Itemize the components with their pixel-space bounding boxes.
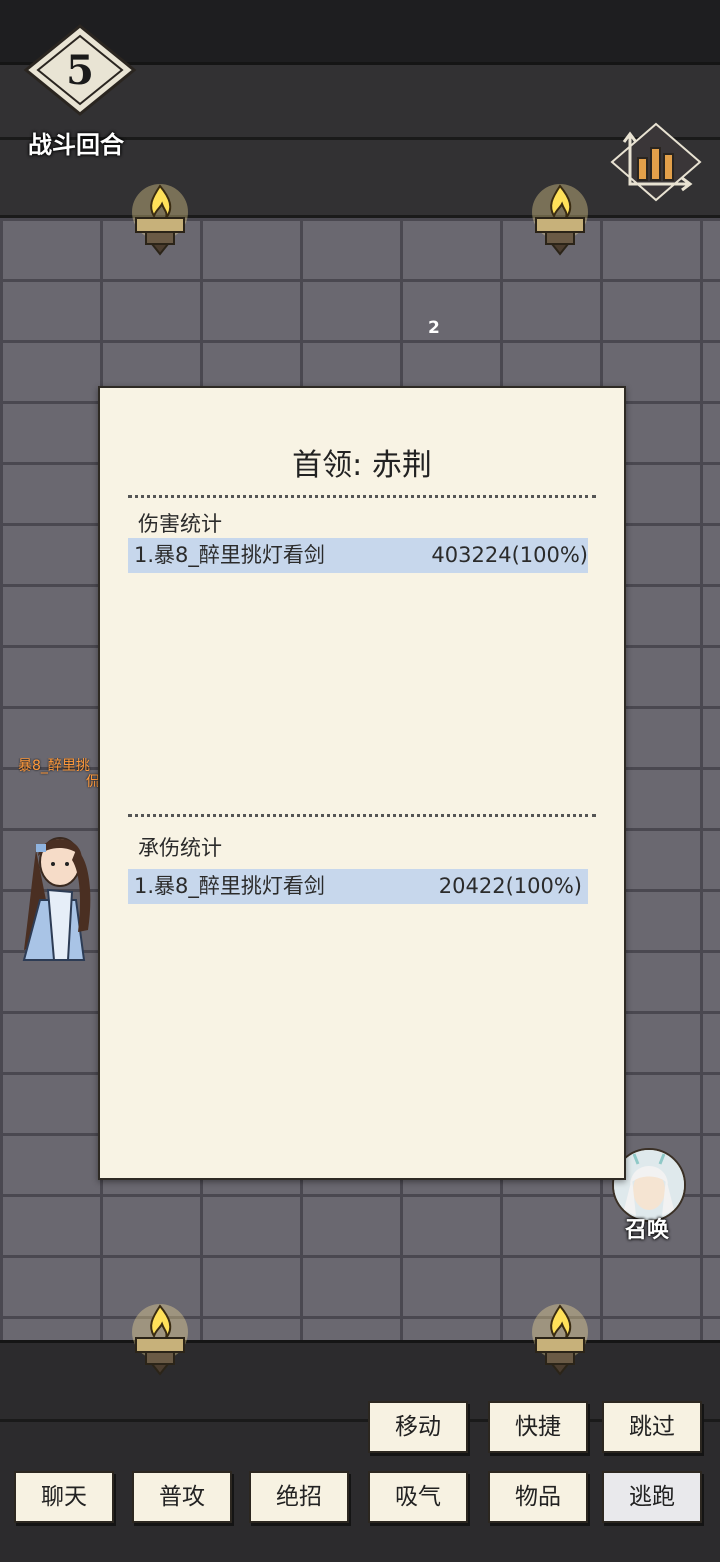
damage-row-name: 1.暴8_醉里挑灯看剑: [134, 543, 325, 567]
taken-section-title: 承伤统计: [138, 836, 222, 860]
skip-button[interactable]: 跳过: [602, 1401, 702, 1453]
items-button[interactable]: 物品: [488, 1471, 588, 1523]
player-name-line: 暴8_醉里挑: [18, 758, 90, 774]
summon-label: 召唤: [624, 1218, 669, 1243]
round-label: 战斗回合: [28, 131, 124, 159]
divider: [128, 495, 596, 498]
divider: [128, 814, 596, 817]
torch-icon: [130, 178, 190, 258]
boss-stats-panel: 首领: 赤荆 伤害统计 1.暴8_醉里挑灯看剑 403224(100%) 承伤统…: [98, 386, 626, 1180]
player-name: 暴8_醉里挑 侃: [18, 758, 100, 790]
damage-row[interactable]: 1.暴8_醉里挑灯看剑 403224(100%): [128, 538, 588, 573]
round-number: 5: [66, 47, 94, 94]
chat-button[interactable]: 聊天: [14, 1471, 114, 1523]
quick-button[interactable]: 快捷: [488, 1401, 588, 1453]
escape-button[interactable]: 逃跑: [602, 1471, 702, 1523]
torch-icon: [530, 178, 590, 258]
taken-row-value: 20422(100%): [438, 874, 582, 898]
damage-row-value: 403224(100%): [431, 543, 588, 567]
breathe-button[interactable]: 吸气: [368, 1471, 468, 1523]
chart-icon[interactable]: [608, 122, 704, 202]
ultimate-button[interactable]: 绝招: [249, 1471, 349, 1523]
round-badge: 5: [22, 22, 138, 118]
player-name-line: 侃: [86, 774, 100, 790]
taken-row-name: 1.暴8_醉里挑灯看剑: [134, 874, 325, 898]
torch-icon: [530, 1298, 590, 1378]
panel-title: 首领: 赤荆: [292, 448, 432, 483]
player-character[interactable]: [14, 820, 100, 970]
taken-row[interactable]: 1.暴8_醉里挑灯看剑 20422(100%): [128, 869, 588, 904]
attack-button[interactable]: 普攻: [132, 1471, 232, 1523]
damage-section-title: 伤害统计: [138, 512, 222, 536]
move-button[interactable]: 移动: [368, 1401, 468, 1453]
enemy-count: 2: [428, 318, 440, 338]
torch-icon: [130, 1298, 190, 1378]
